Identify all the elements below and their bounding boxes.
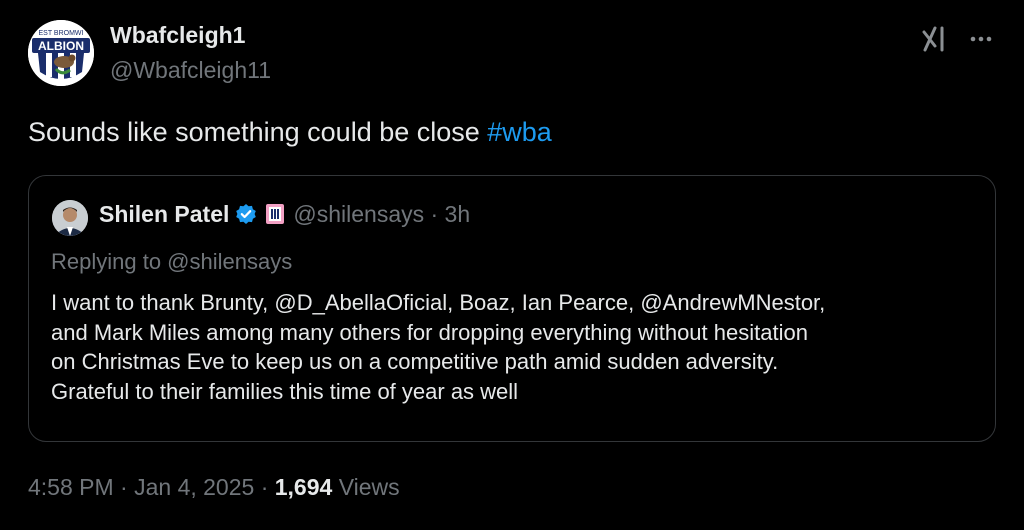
svg-text:ALBION: ALBION [38, 39, 84, 53]
quoted-header: Shilen Patel @shilensays · 3h [99, 201, 470, 228]
author-avatar[interactable]: EST BROMWI ALBION [28, 20, 94, 86]
affiliate-badge-icon [266, 204, 285, 224]
svg-text:EST BROMWI: EST BROMWI [39, 30, 84, 37]
author-handle[interactable]: @Wbafcleigh11 [110, 57, 271, 84]
person-avatar-icon [52, 200, 88, 236]
quoted-handle-time[interactable]: @shilensays · 3h [293, 201, 470, 227]
west-bromwich-albion-crest-icon: EST BROMWI ALBION [28, 20, 94, 86]
verified-badge-icon [236, 204, 257, 224]
quoted-body-line: on Christmas Eve to keep us on a competi… [51, 349, 779, 374]
tweet-meta: 4:58 PM · Jan 4, 2025 · 1,694 Views [28, 474, 400, 501]
grok-icon[interactable] [920, 24, 950, 54]
author-display-name[interactable]: Wbafcleigh1 [110, 22, 245, 49]
quoted-avatar[interactable] [52, 200, 88, 236]
views-label: Views [332, 474, 400, 500]
views-count: 1,694 [274, 474, 333, 500]
quoted-body-line: and Mark Miles among many others for dro… [51, 319, 808, 345]
quoted-body-line: I want to thank Brunty, @D_AbellaOficial… [51, 290, 826, 315]
quoted-body-line: Grateful to their families this time of … [51, 378, 519, 404]
replying-to: Replying to @shilensays [51, 249, 293, 274]
tweet-text: Sounds like something could be close #wb… [28, 117, 552, 148]
quoted-display-name[interactable]: Shilen Patel [99, 201, 229, 227]
quoted-body: I want to thank Brunty, @D_AbellaOficial… [51, 288, 986, 406]
more-options-icon[interactable] [966, 24, 996, 54]
timestamp-link[interactable]: 4:58 PM · Jan 4, 2025 · [28, 474, 275, 500]
hashtag-link[interactable]: #wba [487, 117, 552, 147]
tweet-body: Sounds like something could be close [28, 117, 488, 147]
quoted-tweet[interactable]: Shilen Patel @shilensays · 3h Replying t… [28, 175, 996, 442]
